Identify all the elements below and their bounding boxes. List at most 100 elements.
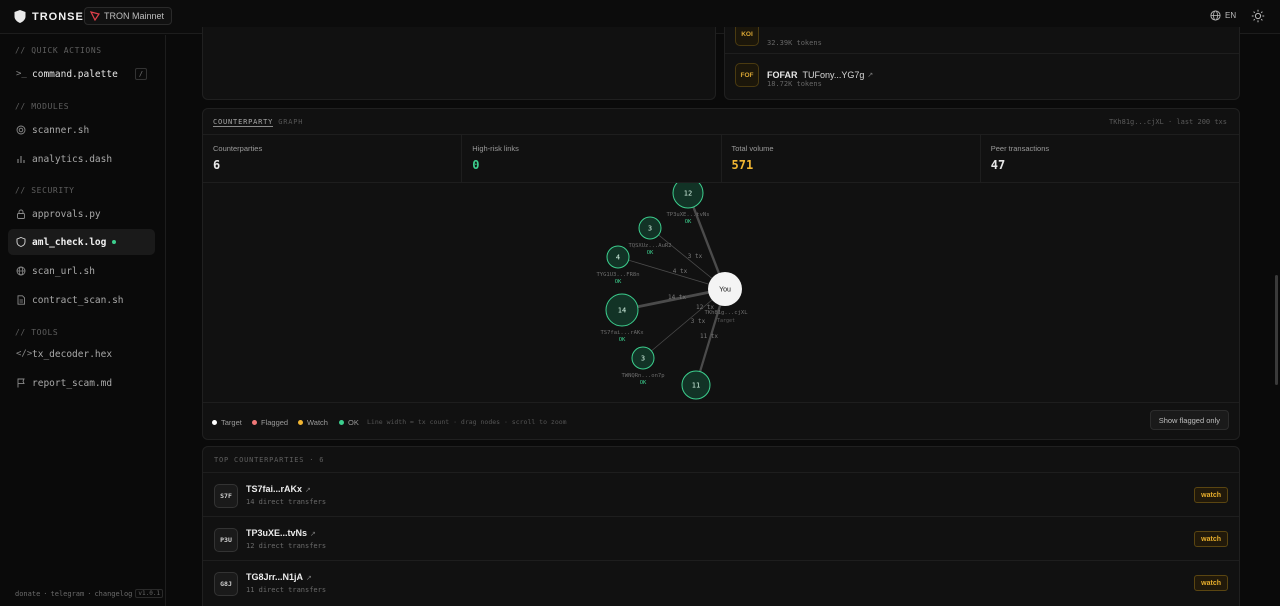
shield-logo-icon — [14, 10, 26, 23]
stat-label: Counterparties — [213, 144, 263, 153]
table-row[interactable]: P3U TP3uXE...tvNs ↗ 12 direct transfers w… — [203, 516, 1239, 560]
counterparty-node-status: OK — [685, 219, 692, 225]
counterparty-node-count: 12 — [684, 190, 692, 198]
sidebar-item-contract-scan[interactable]: contract_scan.sh — [8, 287, 155, 313]
counterparty-node-count: 11 — [692, 382, 700, 390]
graph-title-main: COUNTERPARTY — [213, 118, 274, 127]
top-counterparties-card: TOP COUNTERPARTIES · 6 S7F TS7fai...rAKx… — [202, 446, 1240, 606]
counterparty-node-count: 4 — [616, 254, 620, 262]
token-amount: 32.39K tokens — [767, 39, 822, 47]
sidebar-item-command-palette[interactable]: >_ command.palette / — [8, 61, 155, 87]
edge-label: 3 tx — [691, 318, 706, 325]
token-holdings-card: KOI 32.39K tokens FOF FOFAR TUFony...YG7… — [724, 27, 1240, 100]
counterparty-meta: 14 direct transfers — [246, 498, 327, 506]
external-link-icon[interactable]: ↗ — [310, 531, 316, 538]
stat-counterparties: Counterparties 6 — [203, 135, 463, 182]
changelog-link[interactable]: changelog — [94, 590, 132, 598]
edge-label: 11 tx — [700, 333, 718, 340]
section-heading-security: // SECURITY — [15, 186, 75, 195]
table-row[interactable]: S7F TS7fai...rAKx ↗ 14 direct transfers w… — [203, 472, 1239, 516]
globe-icon — [1210, 10, 1221, 21]
sidebar-item-approvals[interactable]: approvals.py — [8, 201, 155, 227]
watch-button[interactable]: watch — [1194, 531, 1228, 547]
stat-value: 0 — [472, 158, 480, 172]
sidebar-item-scan-url[interactable]: scan_url.sh — [8, 258, 155, 284]
network-selector[interactable]: TRON Mainnet — [84, 7, 173, 25]
target-node-address: TKh81g...cjXL — [704, 310, 748, 316]
counterparty-address[interactable]: TP3uXE...tvNs ↗ — [246, 528, 316, 538]
scrollbar[interactable] — [1275, 275, 1278, 385]
sidebar-item-analytics[interactable]: analytics.dash — [8, 146, 155, 172]
watch-button[interactable]: watch — [1194, 487, 1228, 503]
table-row[interactable]: G8J TG8Jrr...N1jA ↗ 11 direct transfers w… — [203, 560, 1239, 604]
edge-label: 14 tx — [668, 294, 686, 301]
external-link-icon[interactable]: ↗ — [867, 71, 873, 79]
counterparty-node-status: OK — [619, 337, 626, 343]
counterparty-graph-card: COUNTERPARTY GRAPH TKh81g...cjXL · last … — [202, 108, 1240, 440]
external-link-icon[interactable]: ↗ — [306, 575, 312, 582]
sidebar-item-label: report_scam.md — [32, 377, 113, 389]
sidebar-footer: donate · telegram · changelog v1.0.1 — [15, 589, 164, 598]
sidebar-item-label: aml_check.log — [32, 236, 107, 248]
counterparty-address[interactable]: TS7fai...rAKx ↗ — [246, 484, 311, 494]
shortcut-key: / — [135, 68, 147, 80]
graph-canvas[interactable]: 12 tx3 tx4 tx14 tx3 tx11 tx YouTKh81g...… — [203, 183, 1239, 402]
legend-ok: OK — [339, 418, 359, 427]
token-address[interactable]: TUFony...YG7g — [803, 70, 865, 80]
sidebar: // QUICK ACTIONS >_ command.palette / //… — [0, 35, 166, 606]
legend-flagged: Flagged — [252, 418, 288, 427]
stat-value: 47 — [990, 158, 1006, 172]
token-badge: FOF — [735, 63, 759, 87]
token-name: FOFAR — [767, 70, 798, 80]
counterparty-meta: 12 direct transfers — [246, 542, 327, 550]
sidebar-item-label: tx_decoder.hex — [32, 348, 113, 360]
edge-label: 4 tx — [673, 268, 688, 275]
code-icon: </> — [16, 349, 33, 359]
sidebar-item-label: command.palette — [32, 68, 118, 80]
stat-total-volume: Total volume 571 — [722, 135, 981, 182]
sidebar-item-tx-decoder[interactable]: </> tx_decoder.hex — [8, 341, 155, 367]
external-link-icon[interactable]: ↗ — [305, 487, 311, 494]
language-selector[interactable]: EN — [1210, 10, 1236, 21]
counterparty-node-count: 14 — [618, 307, 626, 315]
sidebar-item-label: approvals.py — [32, 208, 101, 220]
counterparty-node-status: OK — [615, 279, 622, 285]
token-row[interactable]: KOI 32.39K tokens — [735, 27, 822, 49]
stat-label: Total volume — [731, 144, 774, 153]
telegram-link[interactable]: telegram — [51, 590, 85, 598]
counterparty-avatar: S7F — [214, 484, 238, 508]
donate-link[interactable]: donate — [15, 590, 40, 598]
active-indicator-dot — [112, 240, 117, 244]
counterparty-node-address: TP3uXE...tvNs — [666, 212, 709, 218]
network-label: TRON Mainnet — [104, 11, 165, 21]
lock-icon — [8, 209, 28, 219]
counterparty-node-address: TQSXUz...AuR2 — [628, 243, 671, 249]
counterparty-node-count: 3 — [648, 225, 652, 233]
flag-icon — [8, 378, 28, 388]
sidebar-item-report-scam[interactable]: report_scam.md — [8, 370, 155, 396]
counterparty-node-address: TWNQRn...on7p — [621, 373, 664, 379]
watch-button[interactable]: watch — [1194, 575, 1228, 591]
bar-chart-icon — [8, 154, 28, 164]
separator: · — [87, 589, 92, 598]
graph-legend: Target Flagged Watch OK Line width ≈ tx … — [203, 402, 1239, 440]
terminal-icon: >_ — [16, 69, 27, 79]
stat-label: High-risk links — [472, 144, 519, 153]
target-node-label: You — [719, 287, 731, 294]
section-heading-modules: // MODULES — [15, 102, 70, 111]
language-label: EN — [1225, 11, 1237, 20]
show-flagged-only-button[interactable]: Show flagged only — [1149, 410, 1229, 430]
sun-icon[interactable] — [1251, 9, 1265, 23]
top-counterparties-heading: TOP COUNTERPARTIES · 6 — [214, 456, 325, 464]
sidebar-item-scanner[interactable]: scanner.sh — [8, 117, 155, 143]
sidebar-item-aml-check[interactable]: aml_check.log — [8, 229, 155, 255]
version-badge: v1.0.1 — [135, 589, 164, 598]
stats-row: Counterparties 6 High-risk links 0 Total… — [203, 135, 1239, 183]
token-amount: 18.72K tokens — [767, 80, 822, 88]
token-badge: KOI — [735, 27, 759, 46]
sidebar-item-label: contract_scan.sh — [32, 294, 124, 306]
counterparty-address[interactable]: TG8Jrr...N1jA ↗ — [246, 572, 312, 582]
counterparty-node-count: 3 — [641, 355, 645, 363]
brand[interactable]: TRONSEC — [14, 10, 93, 23]
token-row[interactable]: FOF FOFAR TUFony...YG7g ↗ 18.72K tokens — [735, 60, 873, 90]
